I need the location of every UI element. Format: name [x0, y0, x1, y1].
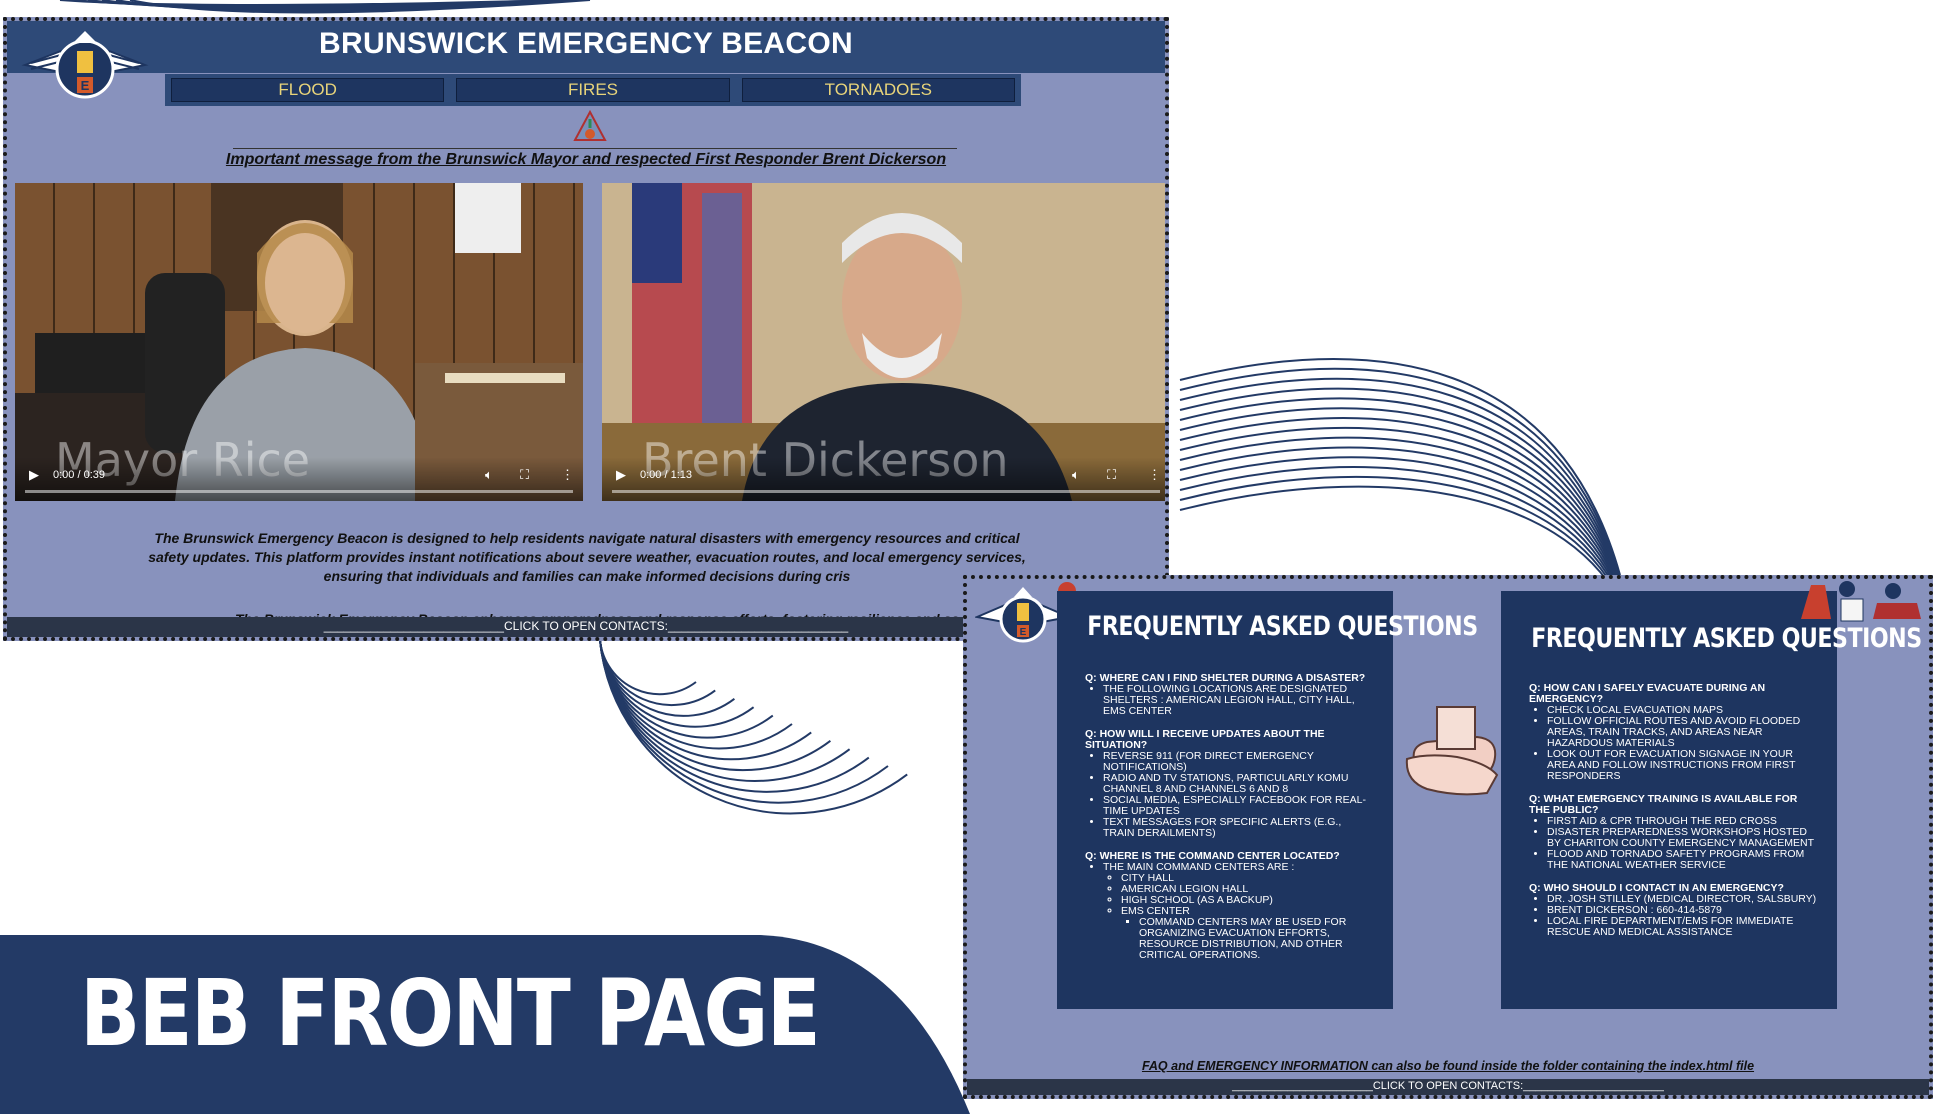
wave-line [1179, 387, 1621, 582]
faq-answer: Social media, especially Facebook for re… [1103, 795, 1375, 817]
open-contacts-link[interactable]: _______________________CLICK TO OPEN CON… [967, 1080, 1929, 1092]
faq-list-right: Q: How can I safely evacuate during an e… [1529, 683, 1819, 938]
fullscreen-icon[interactable]: ⛶ [520, 467, 529, 483]
faq-answer: Flood and tornado safety programs from t… [1547, 849, 1819, 871]
more-options-icon[interactable]: ⋮ [561, 467, 574, 483]
nav-flood-button[interactable]: FLOOD [171, 78, 445, 102]
faq-answer: The following locations are designated s… [1103, 684, 1375, 717]
wave-line [599, 639, 812, 761]
banner-title: BEB FRONT PAGE [80, 960, 821, 1067]
nav-tornadoes-button[interactable]: TORNADOES [741, 78, 1015, 102]
video-time: 0:00 / 1:13 [640, 469, 692, 481]
more-options-icon[interactable]: ⋮ [1148, 467, 1161, 483]
responder-video-player[interactable]: Brent Dickerson ▶ 0:00 / 1:13 🔈︎ ⛶ ⋮ [602, 183, 1165, 501]
helping-hands-icon [1405, 706, 1499, 796]
faq-title: FREQUENTLY ASKED QUESTIONS [1531, 623, 1922, 654]
faq-answer: Reverse 911 (for direct emergency notifi… [1103, 751, 1375, 773]
hazard-warning-icon [573, 109, 607, 141]
faq-page-screenshot: E FREQUENTLY ASKED QUESTIONS Q: Where ca… [963, 575, 1933, 1099]
video-progress-bar[interactable] [612, 490, 1160, 493]
faq-answer: Follow official routes and avoid flooded… [1547, 716, 1819, 749]
fullscreen-icon[interactable]: ⛶ [1107, 467, 1116, 483]
front-page-screenshot: BRUNSWICK EMERGENCY BEACON E FLOOD FIRES… [3, 17, 1169, 641]
wave-line [599, 639, 793, 750]
faq-title: FREQUENTLY ASKED QUESTIONS [1087, 611, 1478, 642]
faq-panel-right: FREQUENTLY ASKED QUESTIONS Q: How can I … [1501, 591, 1922, 1009]
volume-icon[interactable]: 🔈︎ [1072, 467, 1080, 483]
contacts-footer: _______________________CLICK TO OPEN CON… [967, 1079, 1929, 1095]
play-icon[interactable]: ▶ [616, 467, 626, 483]
important-message-heading: Important message from the Brunswick May… [225, 151, 947, 168]
volume-icon[interactable]: 🔈︎ [485, 467, 493, 483]
play-icon[interactable]: ▶ [29, 467, 39, 483]
divider [233, 148, 957, 149]
site-description: The Brunswick Emergency Beacon is design… [148, 530, 1026, 584]
faq-question: Q: How can I safely evacuate during an e… [1529, 682, 1766, 705]
logo-letter: E [1020, 627, 1027, 638]
faq-answer: Local fire department/EMS for immediate … [1547, 916, 1819, 938]
site-title: BRUNSWICK EMERGENCY BEACON [319, 27, 853, 60]
faq-question: Q: How will I receive updates about the … [1085, 728, 1325, 751]
beacon-logo[interactable]: E [21, 25, 149, 107]
faq-panel-left: FREQUENTLY ASKED QUESTIONS Q: Where can … [1057, 591, 1478, 1009]
logo-letter: E [81, 78, 90, 93]
video-progress-bar[interactable] [25, 490, 573, 493]
wave-line [1179, 417, 1621, 588]
faq-answer: Text messages for specific alerts (e.g.,… [1103, 817, 1375, 839]
hazard-nav: FLOOD FIRES TORNADOES [165, 74, 1021, 106]
site-header: BRUNSWICK EMERGENCY BEACON [7, 21, 1165, 73]
first-responders-icon [1801, 581, 1921, 622]
video-time: 0:00 / 0:39 [53, 469, 105, 481]
nav-fires-button[interactable]: FIRES [456, 78, 730, 102]
mayor-video-player[interactable]: Mayor Rice ▶ 0:00 / 0:39 🔈︎ ⛶ ⋮ [15, 183, 583, 501]
faq-answer: Disaster preparedness workshops hosted b… [1547, 827, 1819, 849]
faq-sub-answer: Command Centers may be used for organizi… [1139, 917, 1375, 961]
faq-info-note: FAQ and EMERGENCY INFORMATION can also b… [1141, 1059, 1755, 1073]
faq-answer: Look out for evacuation signage in your … [1547, 749, 1819, 782]
faq-list-left: Q: Where can I find shelter during a dis… [1085, 673, 1375, 961]
faq-answer: Radio and TV stations, particularly KOMU… [1103, 773, 1375, 795]
faq-question: Q: What emergency training is available … [1529, 793, 1798, 816]
